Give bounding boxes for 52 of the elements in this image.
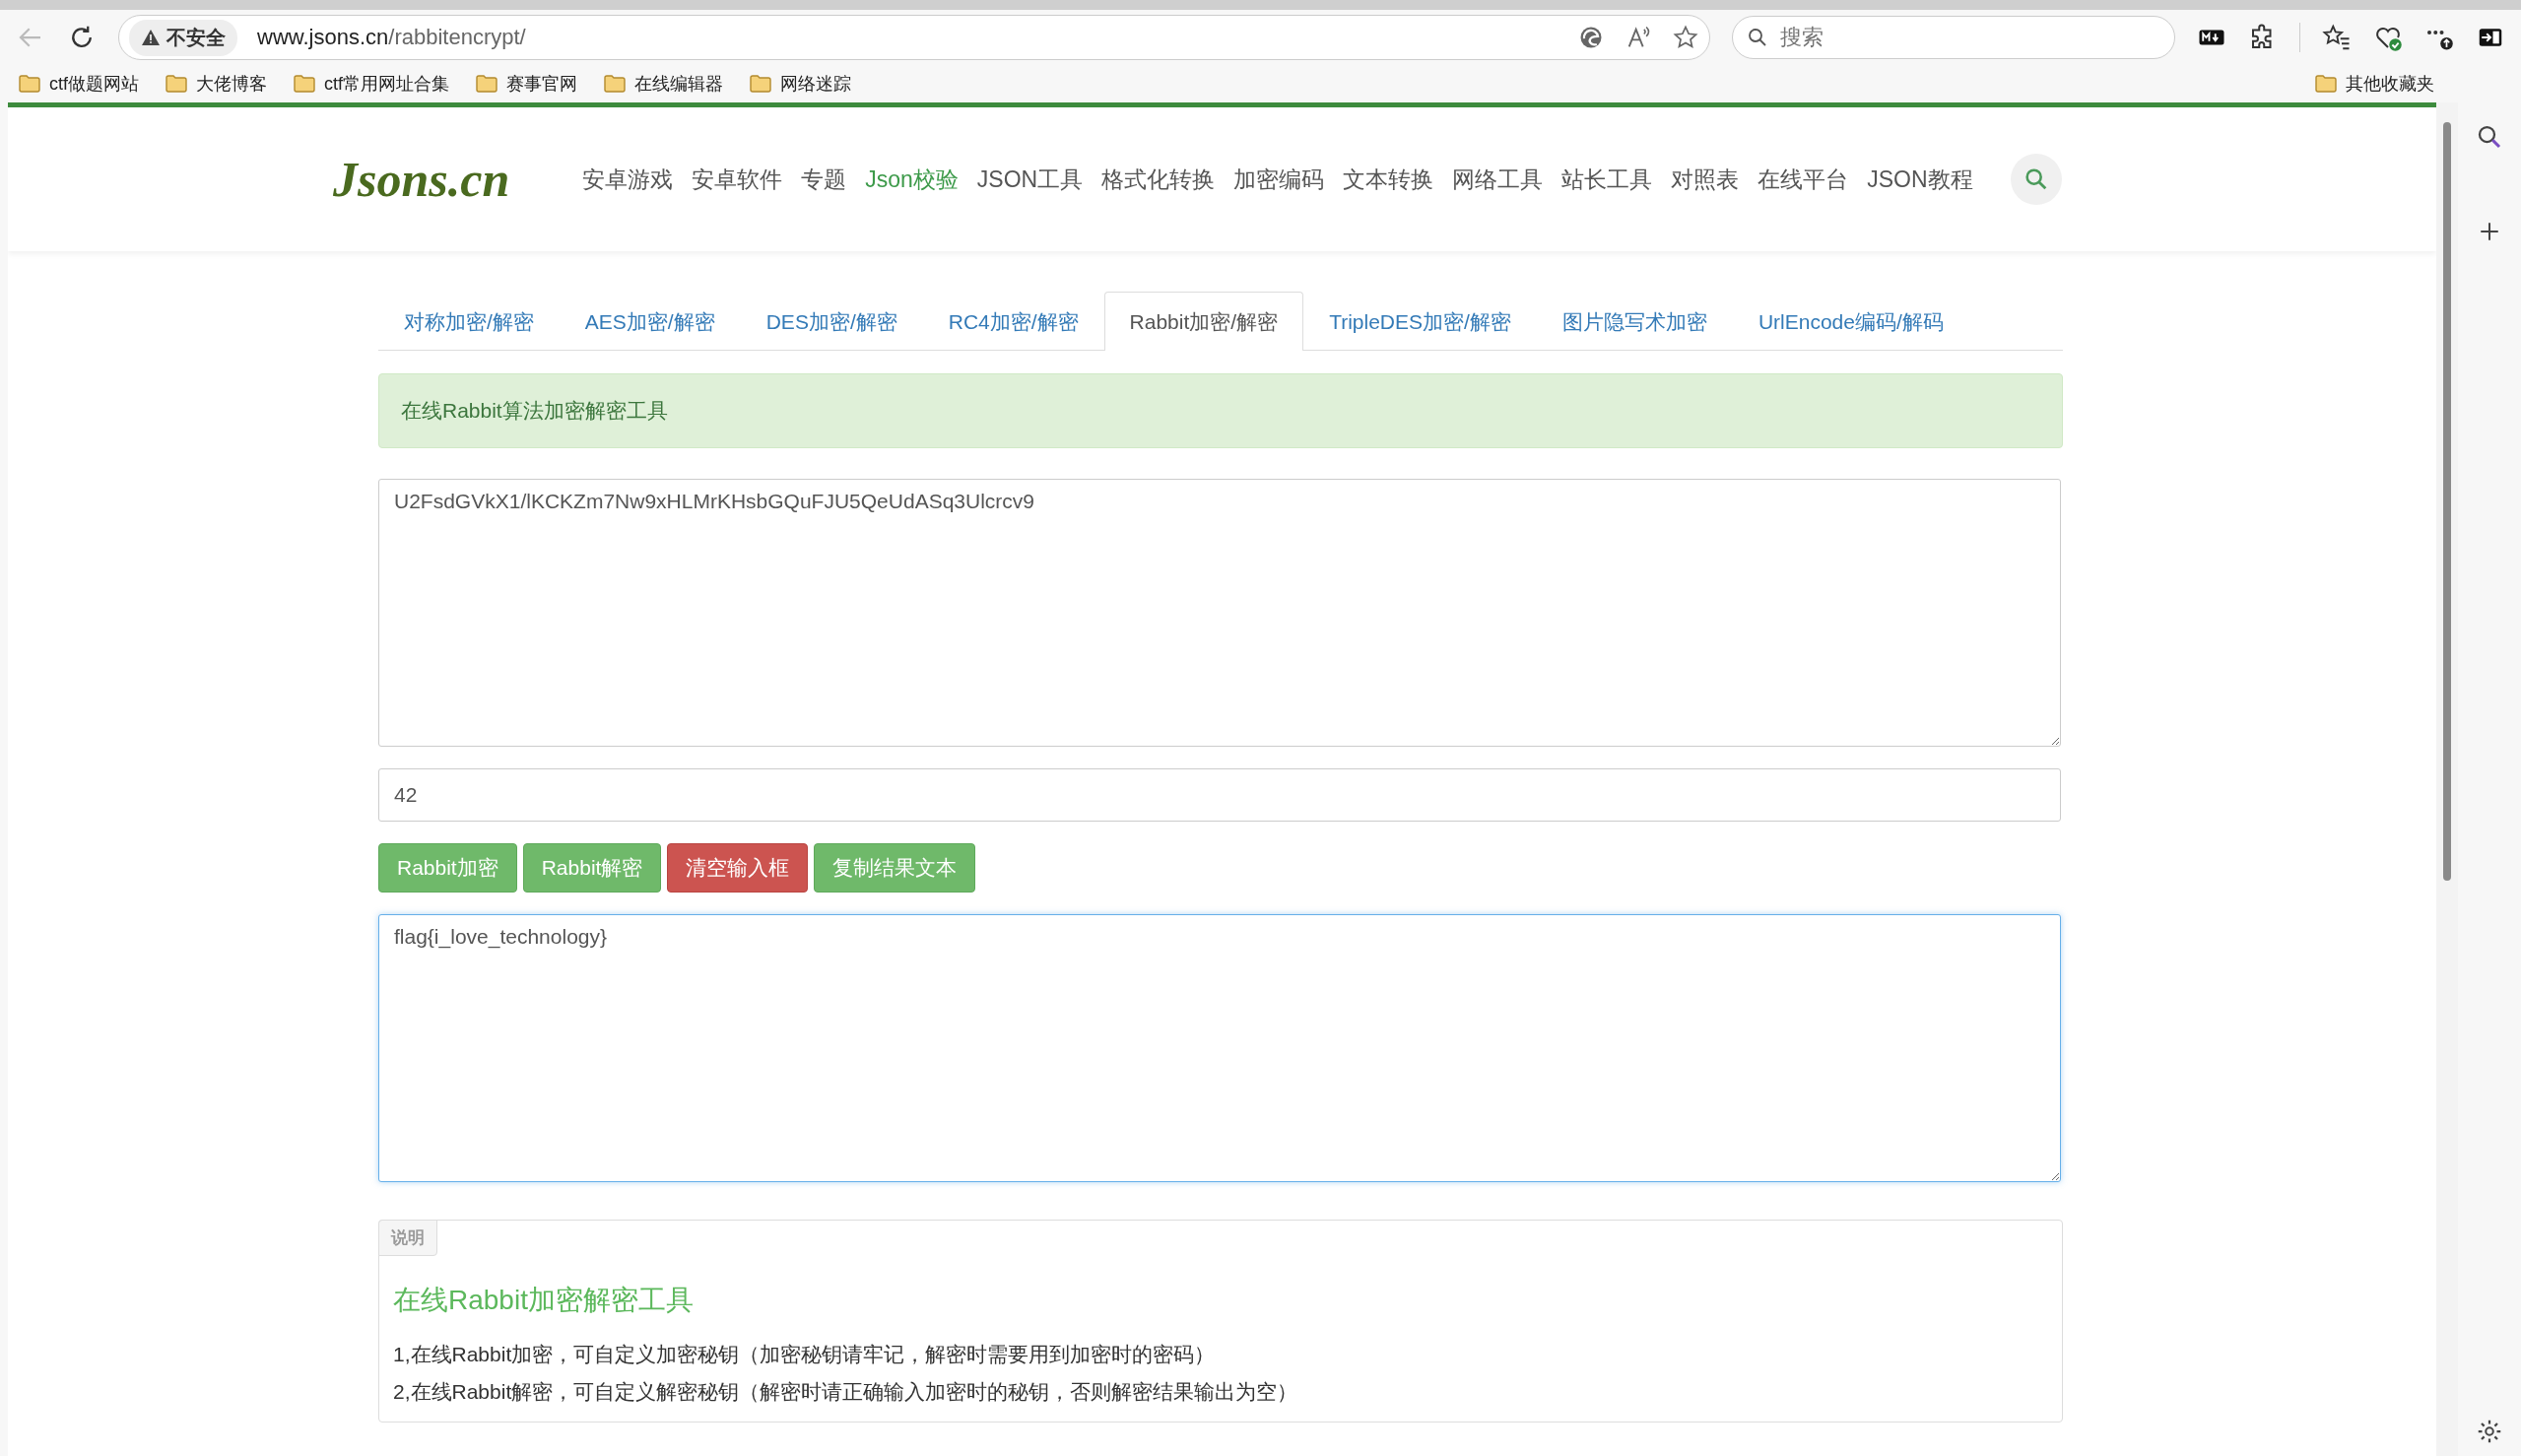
info-alert: 在线Rabbit算法加密解密工具	[378, 373, 2063, 448]
input-textarea[interactable]: U2FsdGVkX1/lKCKZm7Nw9xHLMrKHsbGQuFJU5QeUdASq3Ulcrcv9	[378, 479, 2061, 747]
url-text: www.jsons.cn/rabbitencrypt/	[257, 25, 526, 50]
tab[interactable]: 图片隐写术加密	[1536, 293, 1733, 351]
nav-link[interactable]: 文本转换	[1343, 164, 1434, 195]
explain-text: 1,在线Rabbit加密，可自定义加密秘钥（加密秘钥请牢记，解密时需要用到加密时的密码）	[393, 1342, 1217, 1367]
bookmark-folder[interactable]: 在线编辑器	[603, 72, 724, 96]
nav-link[interactable]: 安卓游戏	[582, 164, 674, 195]
security-indicator[interactable]: 不安全	[129, 19, 237, 56]
panel-label: 说明	[378, 1220, 437, 1256]
tab[interactable]: RC4加密/解密	[922, 293, 1104, 351]
nav-link[interactable]: 格式化转换	[1101, 164, 1216, 195]
folder-icon	[2314, 74, 2338, 94]
bookmark-folder[interactable]: 赛事官网	[475, 72, 578, 96]
bookmark-folder[interactable]: 大佬博客	[165, 72, 267, 96]
nav-link[interactable]: Json校验	[865, 164, 959, 195]
nav-link[interactable]: JSON教程	[1867, 164, 1973, 195]
browser-search-field[interactable]: 搜索	[1732, 16, 2175, 59]
action-button[interactable]: 清空输入框	[667, 843, 809, 893]
nav-link[interactable]: JSON工具	[976, 164, 1084, 195]
bookmark-folder[interactable]: ctf常用网址合集	[293, 72, 450, 96]
folder-icon	[293, 74, 316, 94]
nav-link[interactable]: 安卓软件	[692, 164, 783, 195]
nav-link[interactable]: 对照表	[1671, 164, 1740, 195]
favorites-icon[interactable]	[2322, 23, 2352, 52]
folder-icon	[603, 74, 628, 94]
tab[interactable]: 对称加密/解密	[378, 293, 560, 351]
tab[interactable]: Rabbit加密/解密	[1103, 292, 1304, 351]
folder-icon	[749, 74, 773, 94]
nav-link[interactable]: 站长工具	[1561, 164, 1653, 195]
folder-icon	[165, 74, 188, 94]
address-bar[interactable]: 不安全 www.jsons.cn/rabbitencrypt/	[118, 15, 1710, 60]
folder-icon	[18, 74, 41, 94]
scrollbar[interactable]	[2436, 102, 2458, 1456]
bookmark-folder[interactable]: 网络迷踪	[749, 72, 852, 96]
tab[interactable]: AES加密/解密	[559, 293, 741, 351]
nav-link[interactable]: 专题	[801, 164, 847, 195]
bookmark-folder[interactable]: ctf做题网站	[18, 72, 139, 96]
folder-icon	[475, 74, 499, 94]
key-field[interactable]: 42	[378, 768, 2061, 822]
output-textarea[interactable]: flag{i_love_technology}	[378, 914, 2061, 1182]
explain-text: 2,在线Rabbit解密，可自定义解密秘钥（解密时请正确输入加密时的秘钥，否则解密结果输出为空）	[393, 1379, 1299, 1405]
nav-link[interactable]: 加密编码	[1233, 164, 1325, 195]
tab[interactable]: TripleDES加密/解密	[1303, 293, 1537, 351]
panel-heading: 在线Rabbit加密解密工具	[393, 1284, 695, 1317]
favorite-star-icon[interactable]	[1672, 24, 1699, 51]
tab[interactable]: UrlEncode编码/解码	[1732, 293, 1969, 351]
site-logo[interactable]: Jsons.cn	[333, 151, 510, 208]
bookmark-folder[interactable]: 其他收藏夹	[2314, 72, 2434, 96]
nav-link[interactable]: 网络工具	[1452, 164, 1544, 195]
nav-link[interactable]: 在线平台	[1758, 164, 1849, 195]
tab[interactable]: DES加密/解密	[740, 293, 923, 351]
